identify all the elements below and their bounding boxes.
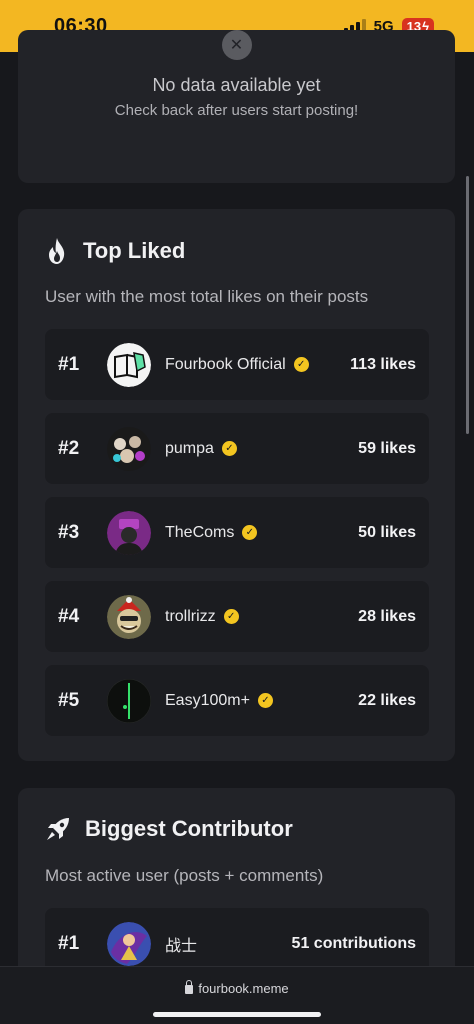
empty-state-card: ✕ No data available yet Check back after… bbox=[18, 30, 455, 183]
username-group: trollrizz ✓ bbox=[165, 608, 239, 626]
leaderboard-row[interactable]: #5 Easy100m+ ✓ 22 likes bbox=[45, 665, 429, 736]
username-group: TheComs ✓ bbox=[165, 524, 258, 542]
empty-title: No data available yet bbox=[152, 75, 321, 95]
username-group: Easy100m+ ✓ bbox=[165, 692, 273, 710]
contributor-header: Biggest Contributor bbox=[45, 816, 293, 842]
username[interactable]: 战士 bbox=[165, 932, 197, 956]
rank-label: #1 bbox=[58, 932, 80, 954]
leaderboard-row[interactable]: #4 trollrizz ✓ 28 likes bbox=[45, 581, 429, 652]
likes-count: 113 likes bbox=[350, 355, 416, 373]
leaderboard-row[interactable]: #2 pumpa ✓ 59 likes bbox=[45, 413, 429, 484]
flame-icon bbox=[49, 238, 65, 264]
username[interactable]: Easy100m+ bbox=[165, 692, 250, 710]
home-indicator[interactable] bbox=[153, 1012, 321, 1017]
url-bar[interactable]: fourbook.meme bbox=[0, 980, 474, 996]
likes-count: 59 likes bbox=[358, 439, 416, 457]
top-liked-card: Top Liked User with the most total likes… bbox=[18, 209, 455, 761]
contributor-subtitle: Most active user (posts + comments) bbox=[45, 866, 324, 885]
rank-label: #4 bbox=[58, 605, 80, 627]
empty-icon: ✕ bbox=[221, 30, 252, 60]
leaderboard-row[interactable]: #3 TheComs ✓ 50 likes bbox=[45, 497, 429, 568]
verified-badge-icon: ✓ bbox=[242, 525, 258, 540]
top-liked-title: Top Liked bbox=[83, 238, 186, 263]
avatar[interactable] bbox=[107, 921, 151, 966]
avatar[interactable] bbox=[107, 342, 151, 387]
username[interactable]: trollrizz bbox=[165, 608, 216, 626]
avatar[interactable] bbox=[107, 678, 151, 723]
rank-label: #1 bbox=[58, 353, 80, 375]
likes-count: 28 likes bbox=[358, 607, 416, 625]
empty-subtitle: Check back after users start posting! bbox=[114, 102, 359, 119]
lock-icon bbox=[185, 980, 194, 994]
top-liked-header: Top Liked bbox=[45, 237, 185, 265]
verified-badge-icon: ✓ bbox=[257, 693, 273, 708]
rank-label: #2 bbox=[58, 437, 80, 459]
avatar[interactable] bbox=[107, 594, 151, 639]
username-group: 战士 bbox=[165, 932, 197, 956]
browser-bottom-bar: fourbook.meme bbox=[0, 966, 474, 1024]
username-group: pumpa ✓ bbox=[165, 440, 237, 458]
scrollbar[interactable] bbox=[466, 176, 469, 434]
likes-count: 22 likes bbox=[358, 691, 416, 709]
url-text: fourbook.meme bbox=[198, 981, 289, 996]
username[interactable]: pumpa bbox=[165, 440, 214, 458]
rocket-icon bbox=[47, 818, 69, 840]
verified-badge-icon: ✓ bbox=[293, 357, 309, 372]
likes-count: 50 likes bbox=[358, 523, 416, 541]
verified-badge-icon: ✓ bbox=[223, 609, 239, 624]
verified-badge-icon: ✓ bbox=[221, 441, 237, 456]
avatar[interactable] bbox=[107, 426, 151, 471]
top-liked-subtitle: User with the most total likes on their … bbox=[45, 287, 369, 306]
username-group: Fourbook Official ✓ bbox=[165, 356, 309, 374]
contributor-title: Biggest Contributor bbox=[85, 816, 293, 841]
username[interactable]: Fourbook Official bbox=[165, 356, 286, 374]
rank-label: #3 bbox=[58, 521, 80, 543]
contributions-count: 51 contributions bbox=[291, 934, 416, 952]
rank-label: #5 bbox=[58, 689, 80, 711]
avatar[interactable] bbox=[107, 510, 151, 555]
leaderboard-row[interactable]: #1 Fourbook Official ✓ 113 likes bbox=[45, 329, 429, 400]
username[interactable]: TheComs bbox=[165, 524, 234, 542]
